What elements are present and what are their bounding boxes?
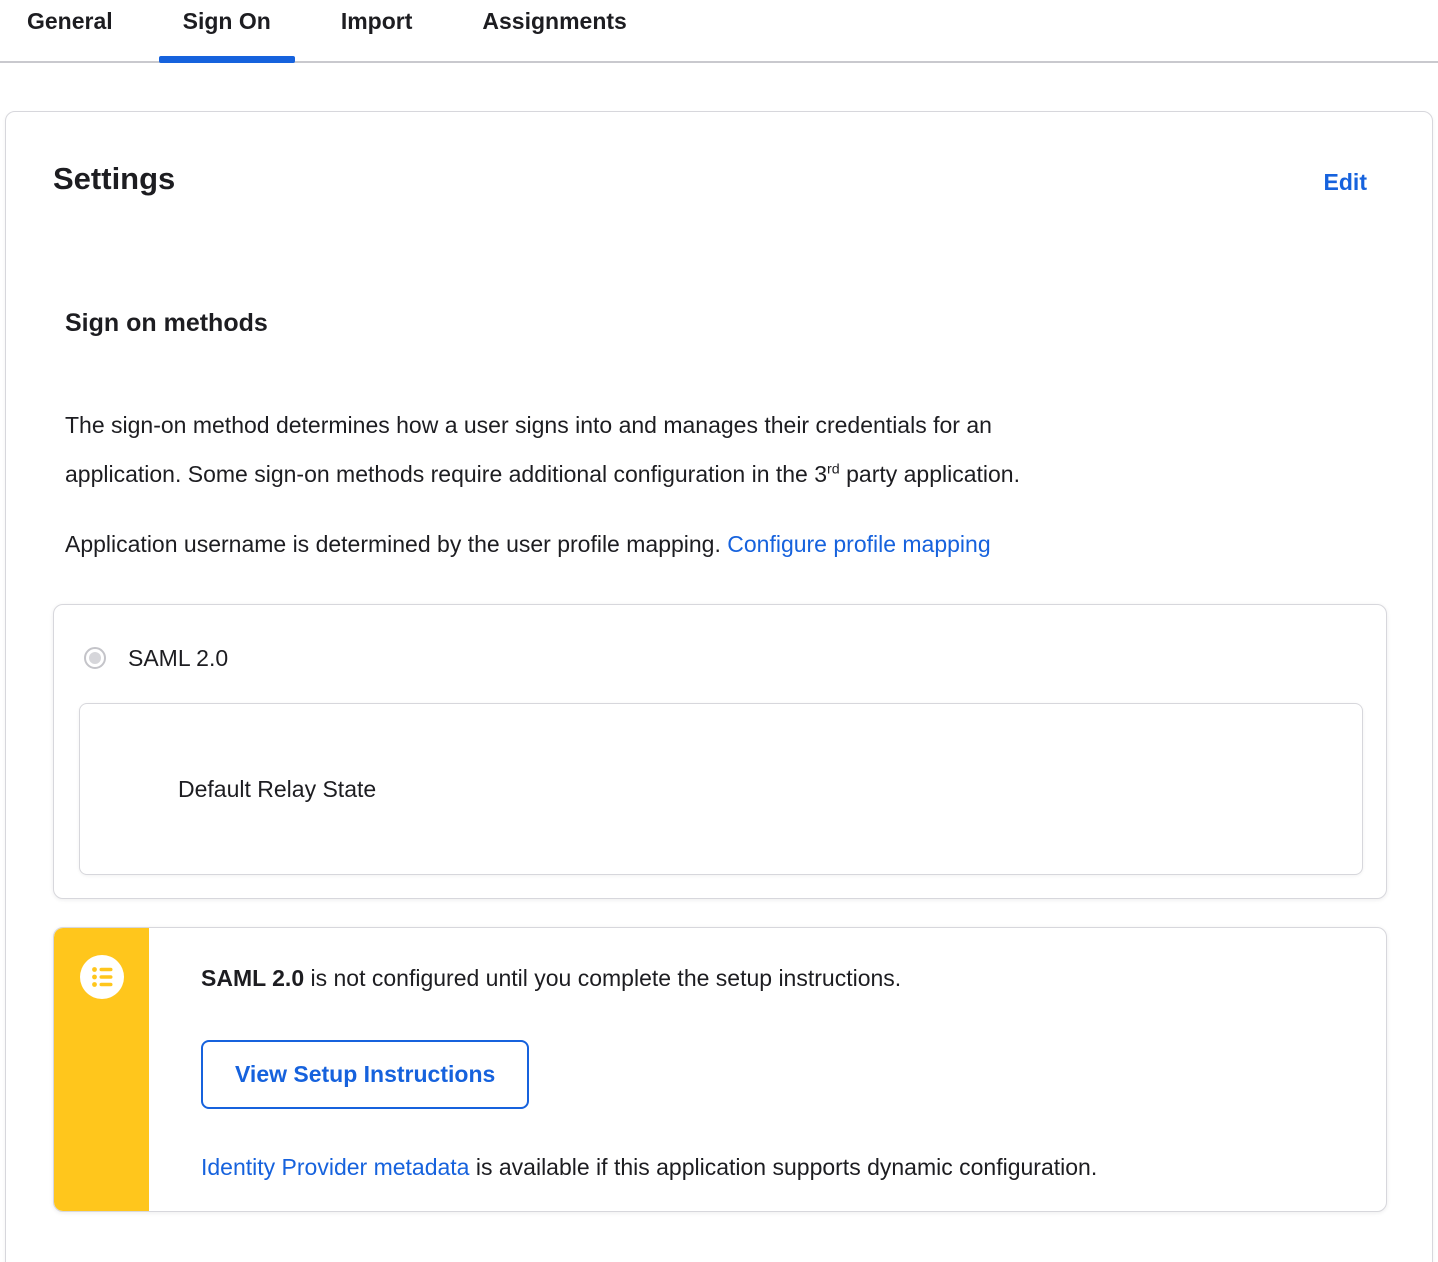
callout-warning-strip [54, 928, 149, 1211]
description-line1: The sign-on method determines how a user… [65, 412, 992, 438]
callout-body: SAML 2.0 is not configured until you com… [149, 928, 1386, 1211]
tab-sign-on[interactable]: Sign On [158, 7, 296, 63]
app-tabs: General Sign On Import Assignments [0, 0, 1438, 63]
page-title: Settings [53, 161, 176, 196]
identity-provider-metadata-link[interactable]: Identity Provider metadata [201, 1154, 469, 1180]
callout-message-bold: SAML 2.0 [201, 965, 305, 991]
callout-message: SAML 2.0 is not configured until you com… [201, 963, 1346, 993]
list-icon [79, 955, 124, 999]
radio-dot-icon [89, 652, 101, 664]
username-mapping-text: Application username is determined by th… [65, 531, 728, 557]
sign-on-methods-description: The sign-on method determines how a user… [65, 401, 1325, 499]
view-setup-instructions-button[interactable]: View Setup Instructions [201, 1040, 530, 1109]
default-relay-state-field: Default Relay State [79, 703, 1363, 875]
username-mapping-note: Application username is determined by th… [65, 520, 1325, 569]
tab-assignments[interactable]: Assignments [458, 7, 650, 61]
saml-setup-callout: SAML 2.0 is not configured until you com… [53, 927, 1387, 1212]
saml-method-box: SAML 2.0 Default Relay State [53, 604, 1387, 899]
saml-radio-label[interactable]: SAML 2.0 [128, 643, 228, 673]
settings-card: Settings Edit Sign on methods The sign-o… [5, 111, 1433, 1262]
configure-profile-mapping-link[interactable]: Configure profile mapping [727, 531, 990, 557]
edit-button[interactable]: Edit [1324, 167, 1367, 197]
saml-radio-row: SAML 2.0 [84, 643, 1361, 673]
metadata-note-rest: is available if this application support… [469, 1154, 1098, 1180]
callout-message-rest: is not configured until you complete the… [304, 965, 902, 991]
saml-radio-button[interactable] [84, 647, 106, 669]
metadata-note: Identity Provider metadata is available … [201, 1152, 1346, 1182]
description-line2-end: party application. [839, 461, 1020, 487]
tab-general[interactable]: General [3, 7, 137, 61]
tab-import[interactable]: Import [317, 7, 437, 61]
description-line2: application. Some sign-on methods requir… [65, 461, 828, 487]
sign-on-methods-heading: Sign on methods [65, 309, 268, 337]
settings-header: Settings Edit [53, 159, 1387, 199]
ordinal-superscript: rd [827, 461, 840, 478]
default-relay-state-label: Default Relay State [178, 776, 377, 802]
